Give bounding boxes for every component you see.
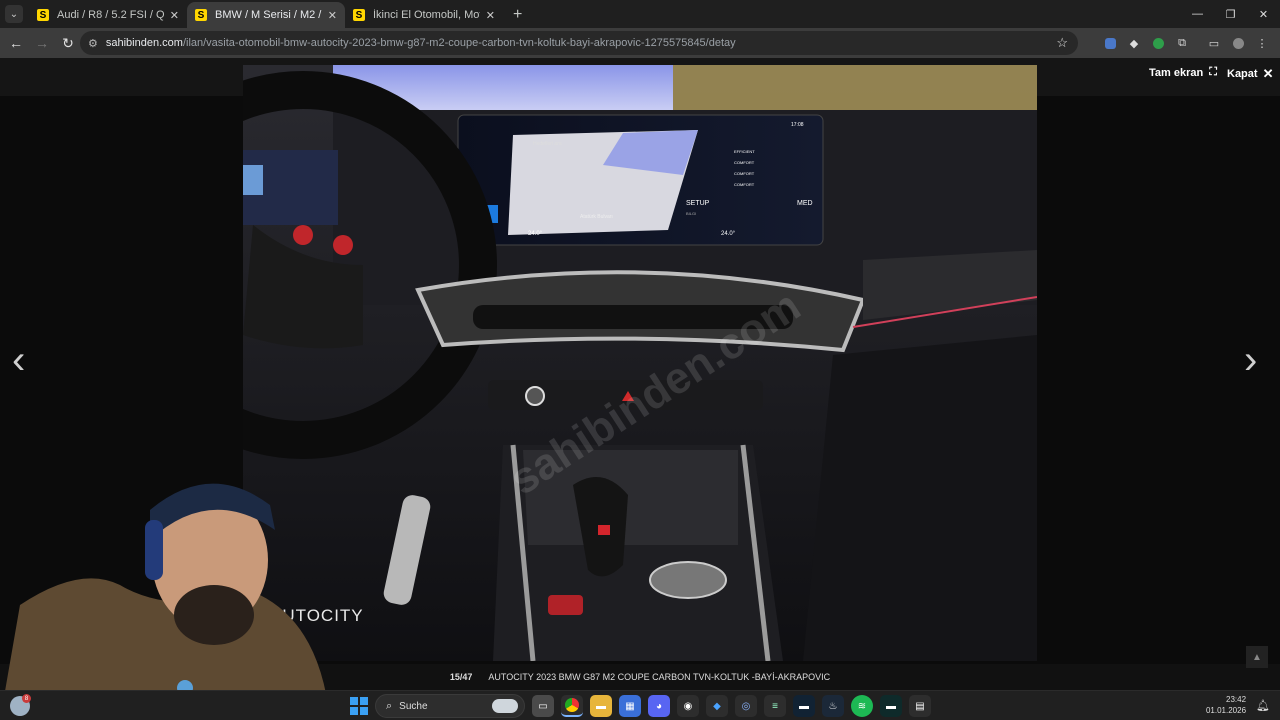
reload-icon[interactable]: ↻ [56, 31, 80, 55]
screen-temp-right: 24.0° [721, 231, 736, 237]
search-icon: ⌕ [386, 699, 393, 712]
green-extension-icon[interactable] [1146, 31, 1170, 55]
next-photo-arrow-icon[interactable]: › [1244, 338, 1257, 383]
screen-temp-left: 24.0° [528, 231, 543, 237]
vpn-icon[interactable]: ◆ [706, 695, 728, 717]
forward-arrow-icon[interactable]: → [30, 31, 54, 55]
screen-setup-sub: BILGI [686, 211, 696, 216]
close-icon: ✕ [1262, 66, 1274, 81]
screen-search-label: Hedefleri ara [533, 141, 562, 147]
screen-map-label: Atatürk Bulvarı [580, 214, 613, 220]
screen-setup-label: SETUP [686, 200, 710, 207]
tab-ikinci-el[interactable]: S İkinci El Otomobil, Motosiklet M ✕ [345, 2, 503, 28]
screen-media-label: MED [797, 200, 813, 207]
app-terminal-icon[interactable]: ▬ [793, 695, 815, 717]
close-label: Kapat [1227, 68, 1258, 80]
back-arrow-icon[interactable]: ← [4, 31, 28, 55]
close-window-icon[interactable]: ✕ [1247, 0, 1280, 28]
sahibinden-favicon-icon: S [353, 9, 365, 21]
fullscreen-icon: ⛶ [1209, 66, 1217, 78]
app-stack-icon[interactable]: ▤ [909, 695, 931, 717]
browser-toolbar: ← → ↻ ⚙ sahibinden.com /ilan/vasita-otom… [0, 28, 1280, 58]
restore-icon[interactable]: ❐ [1214, 0, 1247, 28]
sahibinden-favicon-icon: S [195, 9, 207, 21]
screen-mode-0: EFFICIENT [734, 149, 755, 154]
webcam-overlay [0, 455, 350, 720]
screen-mode-2: COMFORT [734, 171, 755, 176]
taskbar-clock[interactable]: 23:42 01.01.2026 [1206, 694, 1246, 716]
system-tray: 23:42 01.01.2026 🔔︎ [1206, 694, 1270, 716]
screen-clock: 17:08 [791, 122, 804, 128]
new-tab-icon[interactable]: + [513, 6, 522, 24]
listing-photo[interactable]: sahibinden.com Hedefleri ara Atatürk Bul… [243, 65, 1037, 661]
tab-search-button[interactable]: ⌄ [5, 5, 23, 23]
tab-title: BMW / M Serisi / M2 / AUTOCITY [215, 9, 322, 21]
notification-bell-icon[interactable]: 🔔︎ [1256, 699, 1270, 712]
window-controls: — ❐ ✕ [1181, 0, 1280, 28]
m-button-icon [293, 225, 313, 245]
beard [174, 585, 254, 645]
scroll-to-top-icon[interactable]: ▲ [1246, 646, 1268, 668]
fullscreen-label: Tam ekran [1149, 66, 1204, 79]
site-info-icon[interactable]: ⚙ [88, 37, 98, 50]
obs-icon[interactable]: ◉ [677, 695, 699, 717]
extensions-area: ◆ ⧉ ▭ ⋮ [1098, 28, 1280, 58]
clock-date: 01.01.2026 [1205, 706, 1247, 715]
steam-icon[interactable]: ♨ [822, 695, 844, 717]
photo-counter: 15/47 [449, 672, 473, 682]
app-lines-icon[interactable]: ≡ [764, 695, 786, 717]
photo-caption: AUTOCITY 2023 BMW G87 M2 COUPE CARBON TV… [488, 672, 831, 682]
search-placeholder: Suche [399, 700, 428, 712]
address-bar[interactable]: ⚙ sahibinden.com /ilan/vasita-otomobil-b… [80, 31, 1078, 55]
notification-badge: 8 [22, 694, 31, 703]
windows-taskbar: 8 ⌕ Suche ▭ ▬ ▦ ◕ ◉ ◆ ◎ ≡ ▬ ♨ ≋ ▬ ▤ 23:4… [0, 690, 1280, 720]
url-path: /ilan/vasita-otomobil-bmw-autocity-2023-… [182, 37, 736, 49]
start-button-icon [525, 386, 545, 406]
taskbar-apps: ⌕ Suche ▭ ▬ ▦ ◕ ◉ ◆ ◎ ≡ ▬ ♨ ≋ ▬ ▤ [350, 693, 931, 719]
spotify-icon[interactable]: ≋ [851, 695, 873, 717]
bookmark-star-icon[interactable]: ☆ [1056, 35, 1068, 51]
idrive-controller [649, 561, 727, 599]
discord-icon[interactable]: ◕ [648, 695, 670, 717]
profile-avatar-icon[interactable] [1226, 31, 1250, 55]
app-ring-icon[interactable]: ◎ [735, 695, 757, 717]
fullscreen-button[interactable]: Tam ekran ⛶ [1149, 66, 1217, 79]
file-explorer-icon[interactable]: ▬ [590, 695, 612, 717]
cast-icon[interactable]: ▭ [1202, 31, 1226, 55]
task-view-icon[interactable]: ▭ [532, 695, 554, 717]
browser-tab-strip: ⌄ S Audi / R8 / 5.2 FSI / Quattro R-Tron… [0, 0, 1280, 28]
tab-audi[interactable]: S Audi / R8 / 5.2 FSI / Quattro R-Tronic… [29, 2, 187, 28]
close-viewer-button[interactable]: Kapat ✕ [1227, 66, 1273, 82]
previous-photo-arrow-icon[interactable]: ‹ [12, 338, 25, 383]
clock-time: 23:42 [1226, 695, 1247, 704]
search-highlight-icon [492, 699, 518, 713]
tab-bmw[interactable]: S BMW / M Serisi / M2 / AUTOCITY ✕ [187, 2, 345, 28]
start-menu-icon[interactable] [350, 697, 368, 715]
translate-extension-icon[interactable] [1098, 31, 1122, 55]
url-domain: sahibinden.com [105, 37, 183, 49]
puzzle-extensions-icon[interactable]: ⧉ [1170, 31, 1194, 55]
taskbar-search[interactable]: ⌕ Suche [375, 694, 525, 718]
screen-mode-1: COMFORT [734, 160, 755, 165]
chrome-icon[interactable] [561, 695, 583, 717]
screen-mode-3: COMFORT [734, 182, 755, 187]
tab-close-icon[interactable]: ✕ [328, 9, 337, 22]
store-icon[interactable]: ▦ [619, 695, 641, 717]
showroom-background [673, 65, 1037, 113]
browser-menu-icon[interactable]: ⋮ [1250, 31, 1274, 55]
sahibinden-favicon-icon: S [37, 9, 49, 21]
tab-title: Audi / R8 / 5.2 FSI / Quattro R-Tronic [57, 9, 164, 21]
diamond-extension-icon[interactable]: ◆ [1122, 31, 1146, 55]
tab-close-icon[interactable]: ✕ [170, 9, 179, 22]
app-green-icon[interactable]: ▬ [880, 695, 902, 717]
tab-title: İkinci El Otomobil, Motosiklet M [373, 9, 480, 21]
minimize-icon[interactable]: — [1181, 0, 1214, 28]
headphones [145, 520, 163, 580]
tab-close-icon[interactable]: ✕ [486, 9, 495, 22]
